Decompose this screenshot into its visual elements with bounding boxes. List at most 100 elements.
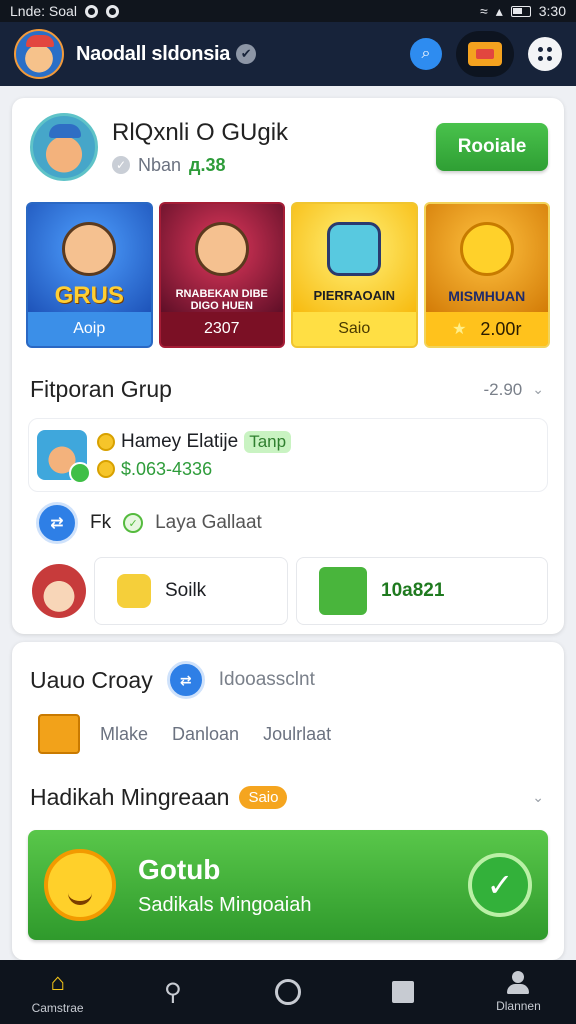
wifi-icon: ≈ — [480, 3, 488, 19]
link-item[interactable]: Danloan — [172, 724, 239, 745]
nav-profile[interactable]: Dlannen — [461, 971, 576, 1013]
chef-avatar[interactable] — [32, 564, 86, 618]
game-tiles: GRUS Aoip RNABEKAN DIBE DIGO HUEN 2307 P… — [26, 202, 550, 348]
group-prefix: Fk — [90, 512, 112, 533]
link-item[interactable]: Mlake — [100, 724, 148, 745]
game-tile[interactable]: GRUS Aoip — [26, 202, 153, 348]
mini-value: 10a821 — [381, 580, 445, 601]
group-item[interactable]: Hamey Elatije Tanp $.063-4336 — [28, 418, 548, 492]
tile-footer-value: 2.00r — [480, 318, 522, 339]
status-bar: Lnde: Soal ≈ ▴ 3:30 — [0, 0, 576, 22]
game-tile[interactable]: PIERRAOAIN Saio — [291, 202, 418, 348]
apps-menu-button[interactable] — [528, 37, 562, 71]
bottom-nav: ⌂ Camstrae ⚲ Dlannen — [0, 960, 576, 1024]
nav-label: Dlannen — [496, 999, 541, 1013]
mini-card[interactable]: Soilk — [94, 557, 288, 625]
tile-footer: Aoip — [28, 312, 151, 346]
swap-icon[interactable]: ⇄ — [166, 661, 205, 699]
nav-label: Camstrae — [31, 1001, 84, 1015]
app-logo[interactable] — [14, 29, 64, 79]
sun-icon — [459, 222, 514, 276]
gem-icon: ✓ — [112, 156, 130, 174]
group-item[interactable]: ⇄ Fk ✓ Laya Gallaat — [36, 498, 548, 548]
tile-footer: Saio — [293, 312, 416, 346]
claim-check-button[interactable]: ✓ — [468, 853, 532, 917]
robot-icon — [327, 222, 382, 276]
coin-icon — [97, 432, 115, 451]
verified-badge-icon: ✔ — [236, 44, 257, 64]
profile-sub-label: Nban — [138, 154, 182, 175]
tile-label: PIERRAOAIN — [313, 288, 396, 303]
circle-icon — [275, 979, 301, 1005]
notification-icon — [84, 4, 98, 18]
profile-points: д.38 — [189, 154, 226, 175]
rewards-card: Uauo Croay ⇄ Idooassclnt Mlake Danloan J… — [12, 642, 564, 960]
tile-footer: 2307 — [160, 312, 283, 346]
app-title: Naodall sldonsia — [76, 42, 231, 65]
card2-links: Mlake Danloan Joulrlaat — [38, 712, 546, 756]
status-text: Lnde: Soal — [10, 3, 77, 19]
wallet-button[interactable] — [456, 31, 514, 77]
group-name: Hamey Elatije — [121, 430, 239, 452]
game-tile[interactable]: MISMHUAN ★ 2.00r — [423, 202, 550, 348]
mini-label: Soilk — [165, 580, 207, 601]
nav-search[interactable]: ⚲ — [115, 978, 230, 1006]
swap-icon: ⇄ — [36, 502, 78, 544]
banner-title: Gotub — [138, 853, 221, 885]
coin-stack-icon — [117, 574, 151, 608]
star-icon: ★ — [452, 321, 467, 338]
profile-name: RlQxnli O GUgik — [112, 118, 289, 146]
grid-menu-icon — [538, 47, 552, 61]
search-button[interactable]: ⌕ — [410, 38, 442, 70]
tile-label: MISMHUAN — [448, 288, 526, 304]
card2-header: Uauo Croay ⇄ Idooassclnt — [30, 660, 546, 700]
group-avatar — [37, 430, 91, 484]
signal-icon: ▴ — [495, 2, 503, 19]
badge-text: Idooassclnt — [218, 669, 315, 690]
sun-icon — [44, 849, 116, 921]
profile-action-button[interactable]: Rooiale — [436, 123, 548, 171]
gift-box-icon — [38, 714, 80, 754]
character-icon — [62, 222, 117, 276]
chevron-down-icon[interactable]: ⌄ — [532, 789, 544, 806]
section-title: Fitporan Grup — [30, 376, 172, 402]
group-value: $.063-4336 — [121, 458, 213, 479]
group-mini-row: Soilk 10a821 — [32, 556, 548, 626]
coin-icon — [97, 460, 115, 478]
group-section-header: Fitporan Grup -2.90 ⌄ — [30, 376, 544, 403]
section-meta: -2.90 — [483, 379, 523, 399]
group-tag: Tanp — [244, 430, 292, 453]
profile-row: RlQxnli O GUgik ✓ Nban д.38 Rooiale — [30, 112, 548, 182]
banner-subtitle: Sadikals Mingoaiah — [138, 893, 312, 916]
tile-label: RNABEKAN DIBE DIGO HUEN — [175, 288, 268, 312]
group-text: Laya Gallaat — [155, 512, 262, 533]
square-icon — [392, 981, 415, 1003]
sync-icon — [105, 4, 119, 18]
section-title: Hadikah Mingreaan — [30, 784, 230, 810]
tile-footer: ★ 2.00r — [425, 312, 548, 346]
home-icon: ⌂ — [50, 969, 65, 996]
status-badge: Saio — [239, 786, 288, 809]
clock: 3:30 — [538, 3, 566, 19]
wallet-icon — [468, 42, 502, 66]
treasure-icon — [319, 567, 367, 615]
check-icon: ✓ — [123, 513, 144, 533]
search-icon: ⚲ — [164, 978, 182, 1006]
main-card: RlQxnli O GUgik ✓ Nban д.38 Rooiale GRUS… — [12, 98, 564, 634]
person-icon — [507, 971, 530, 995]
mini-card[interactable]: 10a821 — [296, 557, 548, 625]
nav-square[interactable] — [346, 981, 461, 1003]
link-item[interactable]: Joulrlaat — [263, 724, 331, 745]
reward-header: Hadikah Mingreaan Saio ⌄ — [30, 784, 544, 811]
chevron-down-icon[interactable]: ⌄ — [532, 381, 544, 398]
reward-banner[interactable]: Gotub Sadikals Mingoaiah ✓ — [28, 830, 548, 940]
nav-circle[interactable] — [230, 979, 345, 1005]
nav-home[interactable]: ⌂ Camstrae — [0, 969, 115, 1015]
profile-sub: ✓ Nban д.38 — [112, 155, 436, 176]
tile-label: GRUS — [54, 282, 124, 309]
game-tile[interactable]: RNABEKAN DIBE DIGO HUEN 2307 — [158, 202, 285, 348]
battery-icon — [510, 5, 531, 17]
search-icon: ⌕ — [421, 45, 431, 62]
app-bar: Naodall sldonsia ✔ ⌕ — [0, 22, 576, 86]
avatar[interactable] — [30, 113, 98, 181]
